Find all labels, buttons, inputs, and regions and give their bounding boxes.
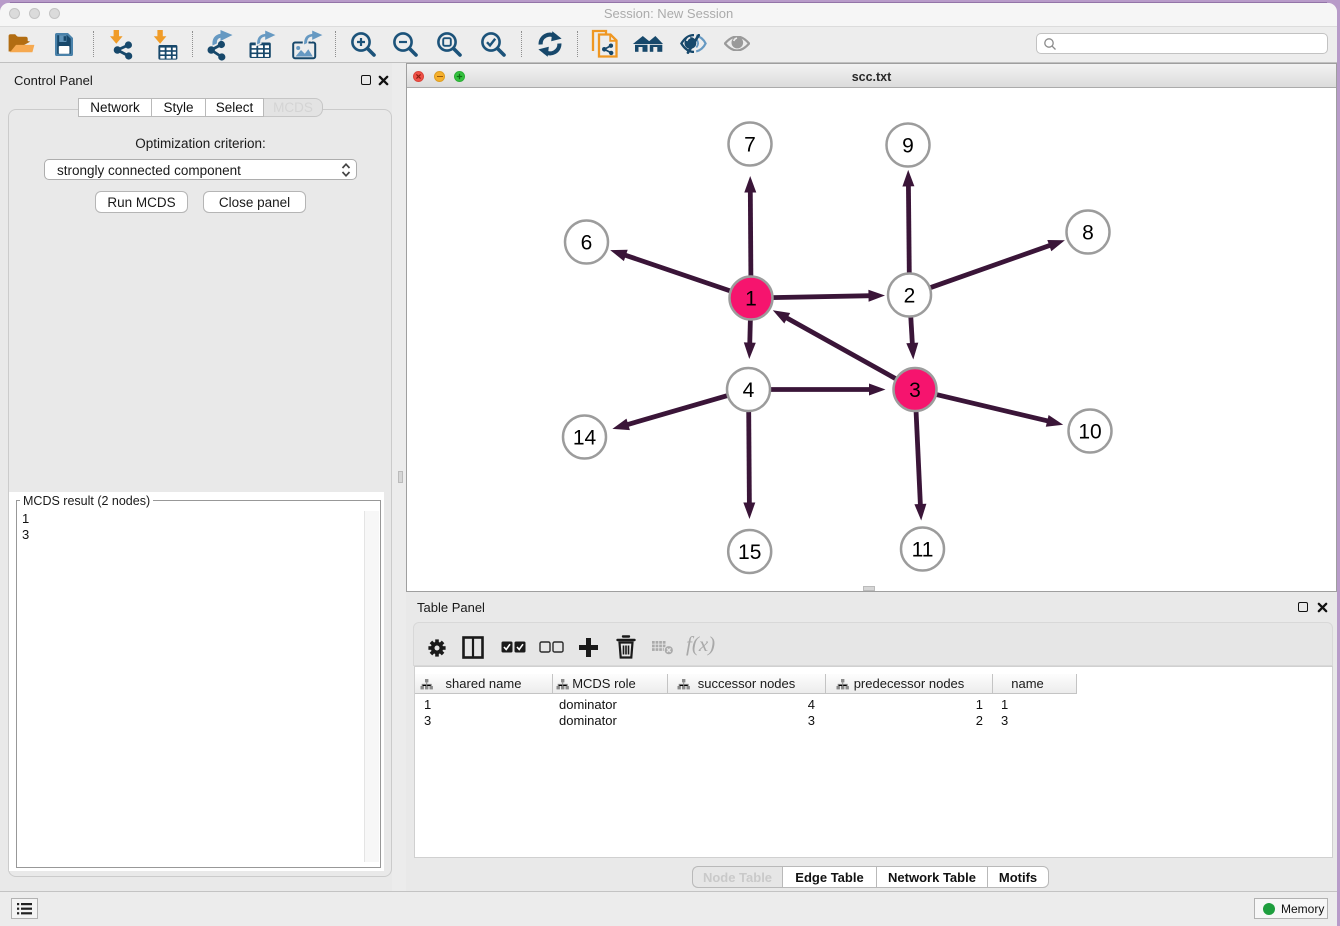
svg-text:6: 6: [581, 232, 593, 255]
svg-text:2: 2: [904, 285, 916, 308]
svg-text:1: 1: [745, 288, 757, 311]
svg-text:4: 4: [743, 379, 755, 402]
svg-text:3: 3: [909, 379, 921, 402]
svg-text:9: 9: [902, 135, 914, 158]
svg-text:11: 11: [912, 539, 934, 562]
svg-text:8: 8: [1082, 222, 1094, 245]
svg-text:14: 14: [573, 427, 597, 450]
svg-text:15: 15: [738, 541, 761, 564]
svg-text:7: 7: [744, 134, 756, 157]
svg-text:10: 10: [1078, 421, 1101, 444]
